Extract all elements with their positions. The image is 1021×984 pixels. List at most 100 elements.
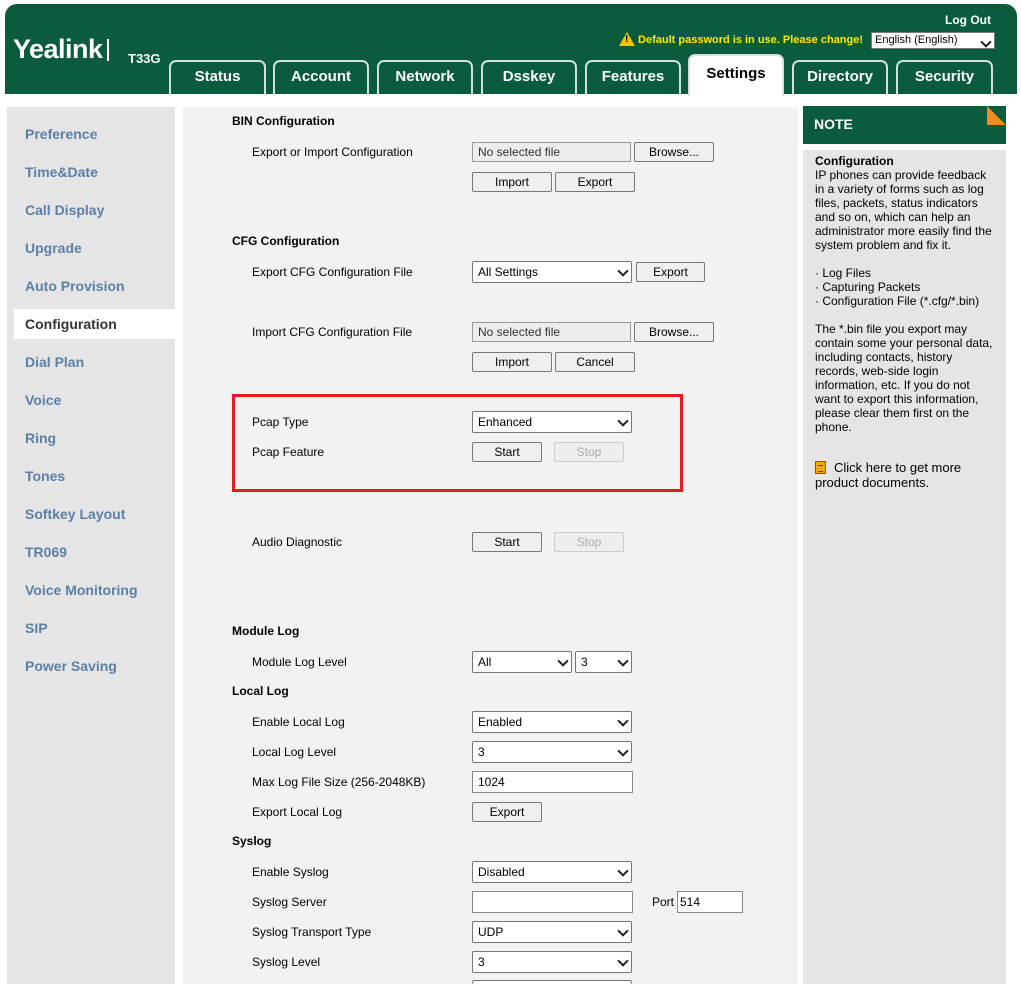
sidebar-item-tones[interactable]: Tones [25, 468, 65, 484]
note-warning: The *.bin file you export may contain so… [815, 322, 993, 434]
syslog-server-input[interactable] [472, 891, 633, 913]
export-cfg-label: Export CFG Configuration File [252, 265, 413, 279]
module-level-select[interactable]: 3 [575, 651, 632, 673]
chevron-down-icon [617, 925, 629, 937]
logout-link[interactable]: Log Out [945, 13, 991, 27]
bin-import-button[interactable]: Import [472, 172, 552, 192]
enable-syslog-value: Disabled [478, 865, 525, 879]
port-label: Port [652, 895, 675, 909]
bin-file-field[interactable]: No selected file [472, 142, 631, 162]
module-value: All [478, 655, 492, 669]
syslog-transport-label: Syslog Transport Type [252, 925, 372, 939]
cfg-file-field[interactable]: No selected file [472, 322, 631, 342]
tab-settings[interactable]: Settings [688, 54, 784, 96]
module-select[interactable]: All [472, 651, 572, 673]
syslog-level-label: Syslog Level [252, 955, 321, 969]
cfg-cancel-button[interactable]: Cancel [555, 352, 635, 372]
note-item-configuration-file: · Configuration File (*.cfg/*.bin) [815, 294, 980, 308]
chevron-down-icon [617, 655, 629, 667]
sidebar-item-ring[interactable]: Ring [25, 430, 56, 446]
default-password-warning[interactable]: ! Default password is in use. Please chan… [619, 32, 863, 46]
enable-syslog-label: Enable Syslog [252, 865, 329, 879]
sidebar-item-voice-monitoring[interactable]: Voice Monitoring [25, 582, 138, 598]
sidebar-item-tr069[interactable]: TR069 [25, 544, 67, 560]
chevron-down-icon [617, 715, 629, 727]
local-log-title: Local Log [232, 684, 289, 698]
sidebar-item-configuration[interactable]: Configuration [14, 309, 184, 339]
syslog-level-select[interactable]: 3 [472, 951, 632, 973]
sidebar-item-power-saving[interactable]: Power Saving [25, 658, 117, 674]
pcap-stop-button[interactable]: Stop [554, 442, 624, 462]
bin-config-title: BIN Configuration [232, 114, 335, 128]
sidebar-item-call-display[interactable]: Call Display [25, 202, 104, 218]
tab-dsskey[interactable]: Dsskey [481, 60, 577, 94]
enable-local-log-label: Enable Local Log [252, 715, 345, 729]
enable-syslog-select[interactable]: Disabled [472, 861, 632, 883]
note-header: NOTE [803, 106, 1006, 144]
tab-directory[interactable]: Directory [792, 60, 888, 94]
module-log-title: Module Log [232, 624, 300, 638]
local-log-level-select[interactable]: 3 [472, 741, 632, 763]
pcap-type-label: Pcap Type [252, 415, 309, 429]
cfg-export-button[interactable]: Export [636, 262, 705, 282]
language-value: English (English) [875, 34, 958, 46]
audio-start-button[interactable]: Start [472, 532, 542, 552]
sidebar-item-preference[interactable]: Preference [25, 126, 97, 142]
export-local-log-button[interactable]: Export [472, 802, 542, 822]
bin-browse-button[interactable]: Browse... [634, 142, 714, 162]
port-input[interactable]: 514 [677, 891, 743, 913]
sidebar-item-dial-plan[interactable]: Dial Plan [25, 354, 84, 370]
local-log-level-label: Local Log Level [252, 745, 337, 759]
syslog-level-value: 3 [478, 955, 485, 969]
tab-network[interactable]: Network [377, 60, 473, 94]
language-select[interactable]: English (English) [871, 32, 995, 49]
logo-divider [106, 39, 109, 61]
pcap-feature-label: Pcap Feature [252, 445, 325, 459]
bin-export-button[interactable]: Export [555, 172, 635, 192]
sidebar-item-auto-provision[interactable]: Auto Provision [25, 278, 125, 294]
sidebar-item-softkey-layout[interactable]: Softkey Layout [25, 506, 125, 522]
warning-icon: ! [619, 32, 636, 46]
cfg-browse-button[interactable]: Browse... [634, 322, 714, 342]
sidebar-item-upgrade[interactable]: Upgrade [25, 240, 82, 256]
product-docs-link[interactable]: Click here to get more product documents… [815, 460, 996, 490]
chevron-down-icon [617, 415, 629, 427]
max-log-size-input[interactable]: 1024 [472, 771, 633, 793]
product-docs-link-text[interactable]: Click here to get more product documents… [815, 460, 961, 490]
partial-select-cut-off[interactable] [472, 980, 632, 984]
enable-local-log-value: Enabled [478, 715, 523, 729]
export-cfg-value: All Settings [478, 265, 539, 279]
module-level-value: 3 [581, 655, 588, 669]
yealink-logo: Yealink [13, 34, 115, 65]
sidebar-item-time-date[interactable]: Time&Date [25, 164, 98, 180]
note-corner-decoration [987, 106, 1006, 125]
max-log-size-label: Max Log File Size (256-2048KB) [252, 775, 426, 789]
logo-text: Yealink [13, 34, 103, 64]
chevron-down-icon [980, 36, 992, 48]
tab-account[interactable]: Account [273, 60, 369, 94]
export-local-log-label: Export Local Log [252, 805, 343, 819]
chevron-down-icon [617, 865, 629, 877]
enable-local-log-select[interactable]: Enabled [472, 711, 632, 733]
sidebar-item-sip[interactable]: SIP [25, 620, 48, 636]
tab-status[interactable]: Status [169, 60, 266, 94]
pcap-type-value: Enhanced [478, 415, 533, 429]
note-intro: IP phones can provide feedback in a vari… [815, 168, 992, 252]
chevron-down-icon [617, 265, 629, 277]
cfg-import-button[interactable]: Import [472, 352, 552, 372]
syslog-transport-select[interactable]: UDP [472, 921, 632, 943]
tab-security[interactable]: Security [896, 60, 993, 94]
note-body: Configuration IP phones can provide feed… [803, 150, 1006, 984]
syslog-transport-value: UDP [478, 925, 504, 939]
pcap-start-button[interactable]: Start [472, 442, 542, 462]
pcap-type-select[interactable]: Enhanced [472, 411, 632, 433]
sidebar-item-voice[interactable]: Voice [25, 392, 61, 408]
document-icon [815, 461, 826, 474]
tab-features[interactable]: Features [585, 60, 681, 94]
syslog-server-label: Syslog Server [252, 895, 327, 909]
syslog-title: Syslog [232, 834, 272, 848]
note-title: Configuration [815, 154, 894, 168]
audio-diagnostic-label: Audio Diagnostic [252, 535, 343, 549]
audio-stop-button[interactable]: Stop [554, 532, 624, 552]
export-cfg-select[interactable]: All Settings [472, 261, 632, 283]
